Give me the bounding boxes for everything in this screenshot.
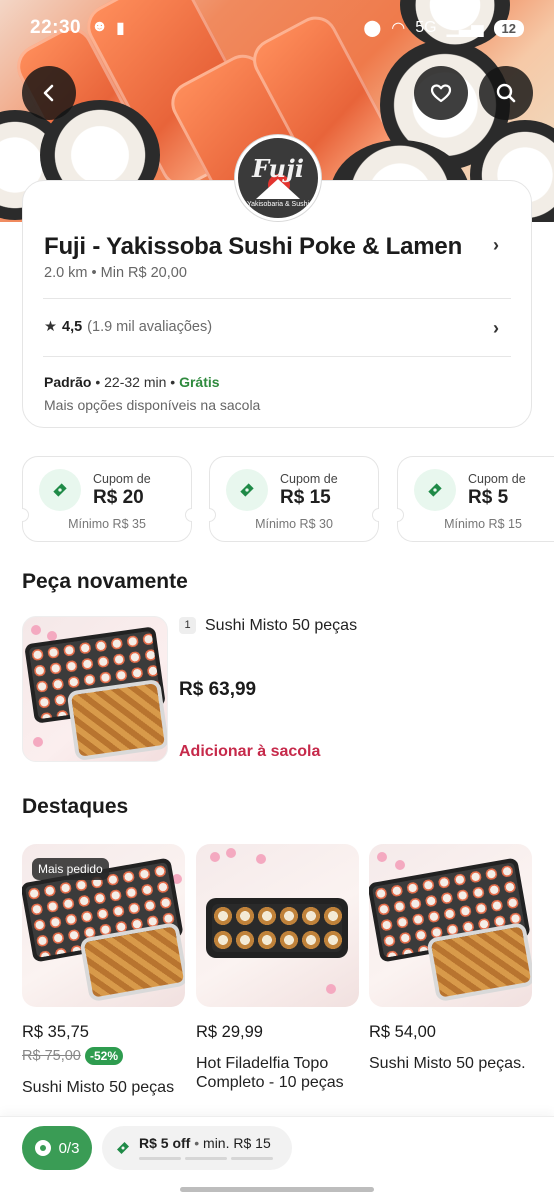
offer-minimum: min. R$ 15 — [203, 1135, 271, 1151]
ticket-icon — [114, 1139, 132, 1162]
signal-icon: ▁▃▅ — [446, 20, 484, 37]
sim-alert-icon: ▮ — [115, 20, 125, 37]
battery-icon: 12 — [493, 19, 524, 37]
loyalty-progress-button[interactable]: 0/3 — [22, 1126, 92, 1170]
search-button[interactable] — [479, 66, 533, 120]
wifi-icon: ◠ — [391, 20, 406, 37]
status-time: 22:30 — [30, 17, 82, 38]
face-icon: ☻ — [91, 18, 108, 35]
coupon-card[interactable]: Cupom de R$ 20 Mínimo R$ 35 — [22, 456, 192, 542]
coupon-card[interactable]: Cupom de R$ 15 Mínimo R$ 30 — [209, 456, 379, 542]
store-rating[interactable]: ★ 4,5 (1.9 mil avaliações) — [44, 319, 212, 335]
coupon-minimum: Mínimo R$ 30 — [255, 517, 333, 531]
coupon-value: R$ 20 — [93, 487, 144, 508]
product-image[interactable] — [196, 844, 359, 1007]
ticket-icon — [414, 469, 456, 511]
status-bar: 22:30 ☻ ▮ ⬤ ◠ 5G ▁▃▅ 12 — [0, 0, 554, 56]
coupon-minimum: Mínimo R$ 35 — [68, 517, 146, 531]
star-icon: ★ — [44, 319, 57, 335]
search-icon — [496, 83, 516, 103]
divider — [43, 356, 511, 357]
offer-progress-segment — [231, 1157, 273, 1160]
store-logo: Fuji Yakisobaria & Sushi — [235, 135, 321, 221]
coupon-card[interactable]: Cupom de R$ 5 Mínimo R$ 15 — [397, 456, 554, 542]
offer-progress-segment — [185, 1157, 227, 1160]
reorder-item-name[interactable]: Sushi Misto 50 peças — [205, 617, 357, 635]
quantity-badge: 1 — [179, 617, 196, 634]
reorder-item-price: R$ 63,99 — [179, 679, 257, 700]
chevron-right-icon[interactable]: › — [493, 235, 499, 256]
most-ordered-badge: Mais pedido — [32, 858, 109, 880]
product-image[interactable]: Mais pedido — [22, 844, 185, 1007]
offer-value: R$ 5 off — [139, 1135, 191, 1151]
offer-pill[interactable]: R$ 5 off • min. R$ 15 — [102, 1126, 292, 1170]
ticket-icon — [39, 469, 81, 511]
product-name[interactable]: Hot Filadelfia Topo Completo - 10 peças — [196, 1054, 361, 1092]
network-label: 5G — [415, 19, 437, 36]
rating-count: (1.9 mil avaliações) — [87, 319, 213, 335]
progress-count: 0/3 — [58, 1139, 80, 1157]
product-old-price: R$ 75,00 — [22, 1048, 81, 1064]
product-price: R$ 29,99 — [196, 1023, 263, 1041]
coupon-value: R$ 5 — [468, 487, 509, 508]
reorder-product-image[interactable] — [22, 616, 168, 762]
ticket-icon — [226, 469, 268, 511]
store-name[interactable]: Fuji - Yakissoba Sushi Poke & Lamen — [44, 233, 462, 261]
divider — [43, 298, 511, 299]
favorite-button[interactable] — [414, 66, 468, 120]
delivery-type: Padrão — [44, 374, 92, 390]
offer-progress-segment — [139, 1157, 181, 1160]
store-distance-minimum: 2.0 km • Min R$ 20,00 — [44, 265, 187, 281]
delivery-info: Padrão • 22-32 min • Grátis — [44, 374, 220, 390]
add-to-bag-button[interactable]: Adicionar à sacola — [179, 743, 320, 761]
delivery-fee: Grátis — [179, 374, 220, 390]
section-title-highlights: Destaques — [22, 795, 129, 818]
product-name[interactable]: Sushi Misto 50 peças. — [369, 1054, 534, 1073]
chevron-left-icon — [43, 84, 54, 102]
delivery-time: • 22-32 min • — [95, 374, 176, 390]
section-title-reorder: Peça novamente — [22, 570, 188, 593]
location-icon: ⬤ — [363, 20, 382, 37]
coupon-value: R$ 15 — [280, 487, 331, 508]
coupon-minimum: Mínimo R$ 15 — [444, 517, 522, 531]
rating-value: 4,5 — [62, 319, 83, 335]
product-price: R$ 54,00 — [369, 1023, 436, 1041]
heart-icon — [430, 84, 452, 103]
product-name[interactable]: Sushi Misto 50 peças — [22, 1078, 187, 1097]
chevron-right-icon[interactable]: › — [493, 318, 499, 339]
discount-badge: -52% — [85, 1047, 124, 1065]
product-price: R$ 35,75 — [22, 1023, 89, 1041]
back-button[interactable] — [22, 66, 76, 120]
more-options-text: Mais opções disponíveis na sacola — [44, 397, 261, 413]
product-image[interactable] — [369, 844, 532, 1007]
badge-icon — [34, 1140, 51, 1156]
home-indicator[interactable] — [180, 1187, 374, 1192]
